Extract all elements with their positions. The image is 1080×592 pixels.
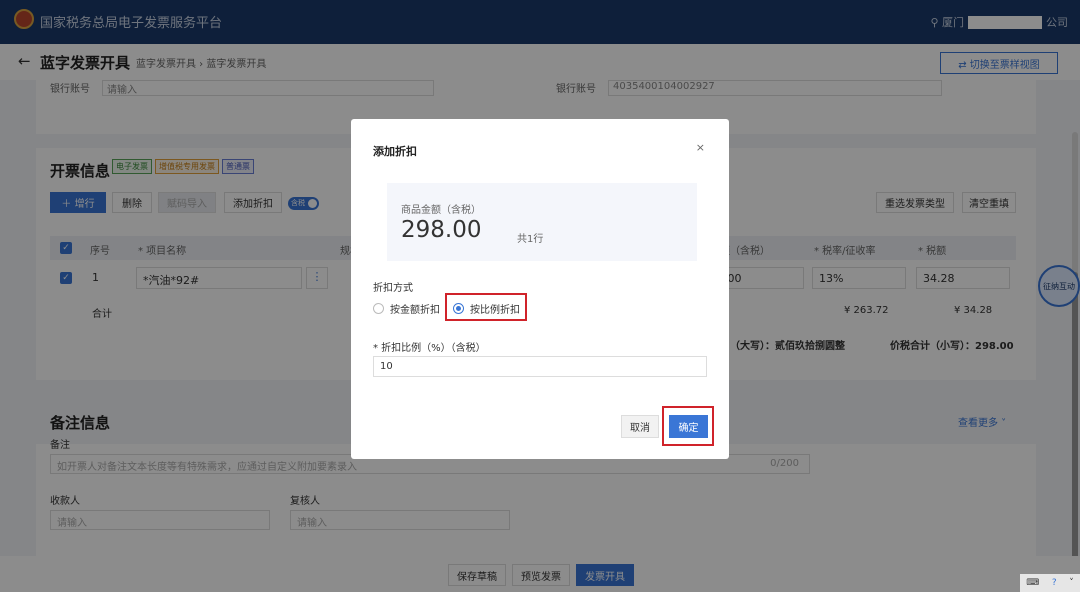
radio-by-amount-label: 按金额折扣 [390, 305, 440, 316]
chevron-down-icon[interactable]: ˅ [1069, 578, 1074, 588]
highlight-box-confirm [662, 406, 714, 446]
help-icon[interactable]: ? [1052, 578, 1057, 588]
highlight-box-ratio [445, 293, 527, 321]
summary-row-count: 共1行 [517, 234, 544, 245]
system-tray: ⌨ ? ˅ [1020, 574, 1080, 592]
summary-label: 商品金额（含税） [401, 205, 481, 216]
amount-summary: 商品金额（含税） 298.00 共1行 [387, 183, 697, 261]
close-icon[interactable]: × [696, 141, 705, 154]
add-discount-dialog: 添加折扣 × 商品金额（含税） 298.00 共1行 折扣方式 按金额折扣 按比… [351, 119, 729, 459]
cancel-button[interactable]: 取消 [621, 415, 659, 438]
radio-dot[interactable] [373, 303, 384, 314]
discount-ratio-input[interactable]: 10 [373, 356, 707, 377]
radio-by-amount[interactable]: 按金额折扣 [373, 301, 440, 316]
discount-ratio-label: * 折扣比例（%）（含税） [373, 343, 486, 354]
summary-amount: 298.00 [401, 217, 482, 243]
dialog-title: 添加折扣 [373, 145, 417, 158]
keyboard-icon[interactable]: ⌨ [1026, 578, 1039, 588]
discount-method-label: 折扣方式 [373, 283, 413, 294]
